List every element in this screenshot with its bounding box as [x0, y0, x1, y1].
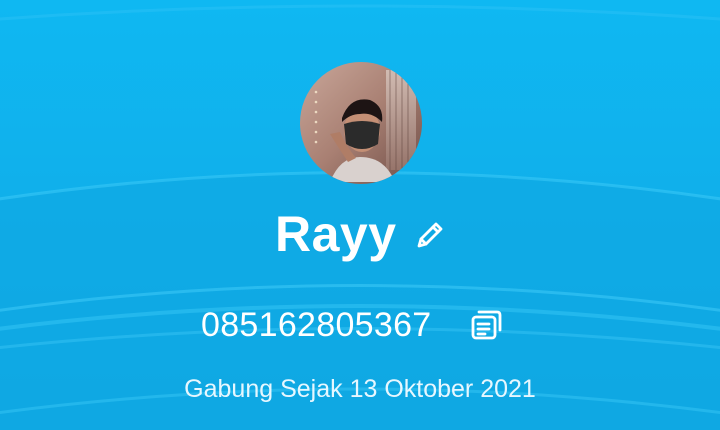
- phone-row: 085162805367: [0, 300, 720, 350]
- pencil-icon[interactable]: [413, 218, 447, 252]
- profile-avatar[interactable]: [300, 62, 422, 184]
- name-row: Rayy: [0, 200, 720, 270]
- profile-name: Rayy: [275, 206, 397, 262]
- profile-header: Rayy 085162805367 Gabung Sejak 13 Oktobe…: [0, 0, 720, 430]
- avatar-photo: [300, 62, 422, 184]
- joined-date: Gabung Sejak 13 Oktober 2021: [184, 375, 536, 403]
- phone-number: 085162805367: [201, 306, 432, 344]
- copy-icon[interactable]: [469, 306, 505, 342]
